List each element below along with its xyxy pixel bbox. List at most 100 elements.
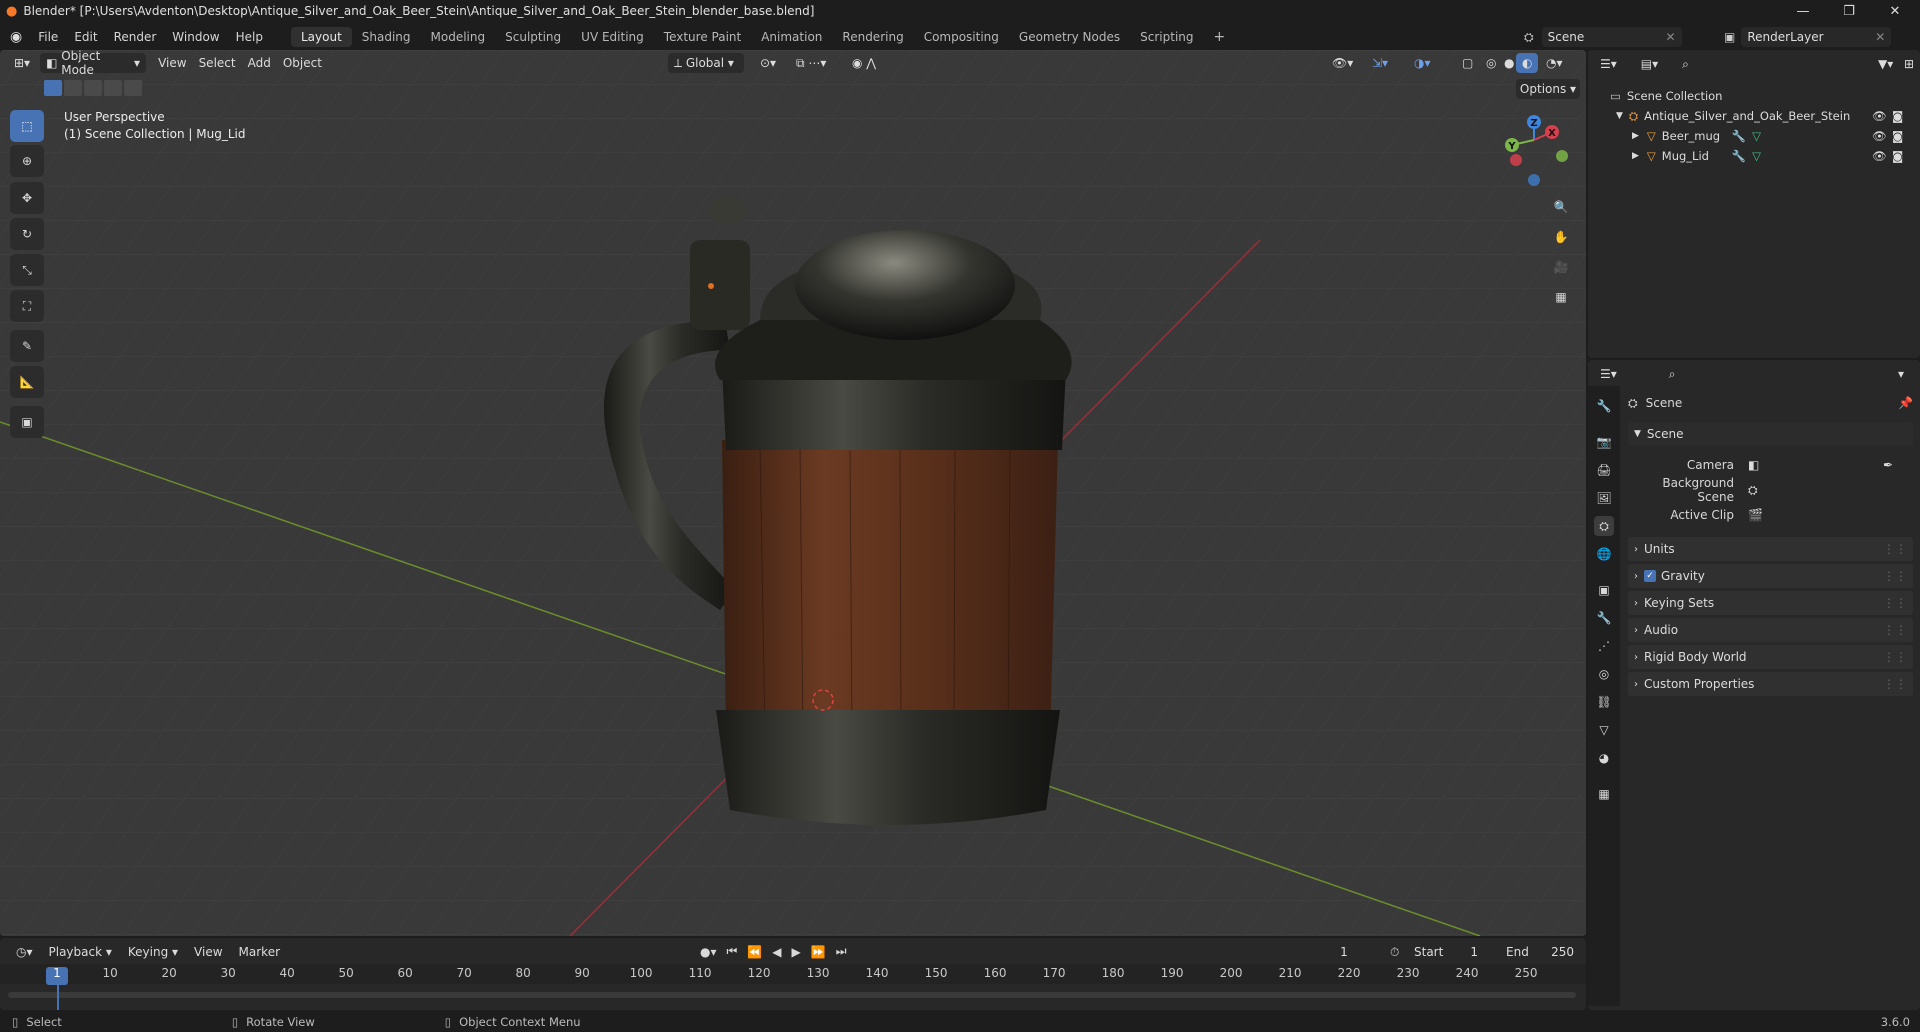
rigid-body-world-panel-header[interactable]: › Rigid Body World ⋮⋮ bbox=[1628, 645, 1913, 669]
pan-hand-icon[interactable]: ✋ bbox=[1548, 224, 1574, 250]
maximize-button[interactable]: ❐ bbox=[1826, 0, 1872, 22]
measure-tool[interactable]: 📐 bbox=[10, 366, 44, 398]
menu-select[interactable]: Select bbox=[193, 53, 242, 73]
jump-end-icon[interactable]: ⏭ bbox=[836, 944, 847, 959]
select-box-tool[interactable]: ⬚ bbox=[10, 110, 44, 142]
menu-keying[interactable]: Keying ▾ bbox=[122, 942, 184, 962]
filter-icon[interactable]: ▼▾ bbox=[1872, 54, 1899, 74]
start-frame-field[interactable]: Start 1 bbox=[1408, 942, 1484, 962]
menu-file[interactable]: File bbox=[30, 30, 66, 44]
units-panel-header[interactable]: › Units ⋮⋮ bbox=[1628, 537, 1913, 561]
active-clip-field[interactable]: 🎬 bbox=[1742, 505, 1899, 525]
timeline-editor-type-icon[interactable]: ◷▾ bbox=[10, 942, 39, 962]
shading-material-icon[interactable]: ◐ bbox=[1516, 53, 1539, 73]
data-tab-icon[interactable]: ▽ bbox=[1594, 720, 1614, 740]
camera-toggle-icon[interactable]: ◙ bbox=[1892, 129, 1903, 143]
menu-marker[interactable]: Marker bbox=[233, 942, 286, 962]
annotate-tool[interactable]: ✎ bbox=[10, 330, 44, 362]
outliner-display-mode-icon[interactable]: ▤▾ bbox=[1635, 54, 1664, 74]
drag-handle-icon[interactable]: ⋮⋮ bbox=[1883, 677, 1907, 691]
menu-edit[interactable]: Edit bbox=[66, 30, 105, 44]
physics-tab-icon[interactable]: ◎ bbox=[1594, 664, 1614, 684]
tab-animation[interactable]: Animation bbox=[751, 27, 832, 47]
menu-playback[interactable]: Playback ▾ bbox=[43, 942, 118, 962]
eyedropper-icon[interactable]: ✒ bbox=[1883, 458, 1893, 472]
modifier-tab-icon[interactable]: 🔧 bbox=[1594, 608, 1614, 628]
camera-view-icon[interactable]: 🎥 bbox=[1548, 254, 1574, 280]
tab-compositing[interactable]: Compositing bbox=[914, 27, 1009, 47]
eye-icon[interactable]: 👁 bbox=[1872, 109, 1887, 123]
jump-start-icon[interactable]: ⏮ bbox=[727, 944, 738, 959]
scene-selector[interactable]: ⛭ Scene ✕ bbox=[1524, 27, 1682, 47]
play-icon[interactable]: ▶ bbox=[792, 945, 801, 959]
tab-geometry-nodes[interactable]: Geometry Nodes bbox=[1009, 27, 1130, 47]
visibility-icon[interactable]: 👁▾ bbox=[1326, 53, 1359, 73]
texture-tab-icon[interactable]: ▦ bbox=[1594, 784, 1614, 804]
outliner-row-scene-collection[interactable]: ▭ Scene Collection bbox=[1588, 86, 1920, 106]
eye-icon[interactable]: 👁 bbox=[1872, 149, 1887, 163]
background-scene-field[interactable]: ⛭ bbox=[1742, 480, 1899, 500]
record-icon[interactable]: ●▾ bbox=[700, 945, 717, 959]
camera-field[interactable]: ◧ ✒ bbox=[1742, 455, 1899, 475]
tab-layout[interactable]: Layout bbox=[290, 27, 352, 47]
menu-view[interactable]: View bbox=[152, 53, 192, 73]
outliner-row-beer-mug[interactable]: ▶ ▽ Beer_mug 🔧 ▽ 👁 ◙ bbox=[1588, 126, 1920, 146]
zoom-icon[interactable]: 🔍 bbox=[1548, 194, 1574, 220]
current-frame-field[interactable]: 1 bbox=[1308, 942, 1380, 962]
stopwatch-icon[interactable]: ⏱ bbox=[1390, 945, 1399, 960]
drag-handle-icon[interactable]: ⋮⋮ bbox=[1883, 650, 1907, 664]
pin-icon[interactable]: 📌 bbox=[1898, 396, 1913, 410]
camera-toggle-icon[interactable]: ◙ bbox=[1892, 109, 1903, 123]
select-invert-icon[interactable] bbox=[104, 80, 122, 96]
select-new-icon[interactable] bbox=[44, 80, 62, 96]
cursor-tool[interactable]: ⊕ bbox=[10, 145, 44, 177]
drag-handle-icon[interactable]: ⋮⋮ bbox=[1883, 623, 1907, 637]
xray-icon[interactable]: ▢ bbox=[1456, 53, 1479, 73]
tab-modeling[interactable]: Modeling bbox=[421, 27, 496, 47]
menu-render[interactable]: Render bbox=[106, 30, 165, 44]
tab-shading[interactable]: Shading bbox=[352, 27, 421, 47]
mode-dropdown[interactable]: ◧ Object Mode ▾ bbox=[40, 49, 147, 77]
snap-icon[interactable]: ⧉ ⋯▾ bbox=[790, 53, 832, 73]
editor-type-button[interactable]: ⊞▾ bbox=[8, 53, 36, 73]
add-cube-tool[interactable]: ▣ bbox=[10, 406, 44, 438]
tab-texture-paint[interactable]: Texture Paint bbox=[654, 27, 751, 47]
expand-arrow-icon[interactable]: ▼ bbox=[1616, 111, 1623, 121]
drag-handle-icon[interactable]: ⋮⋮ bbox=[1883, 569, 1907, 583]
menu-help[interactable]: Help bbox=[228, 30, 271, 44]
constraints-tab-icon[interactable]: ⛓ bbox=[1594, 692, 1614, 712]
timeline-scrollbar[interactable] bbox=[8, 992, 1576, 998]
audio-panel-header[interactable]: › Audio ⋮⋮ bbox=[1628, 618, 1913, 642]
3d-viewport[interactable] bbox=[0, 50, 1586, 936]
gizmo-toggle-icon[interactable]: ⇲▾ bbox=[1366, 53, 1394, 73]
menu-add[interactable]: Add bbox=[242, 53, 277, 73]
drag-handle-icon[interactable]: ⋮⋮ bbox=[1883, 542, 1907, 556]
world-tab-icon[interactable]: 🌐 bbox=[1594, 544, 1614, 564]
overlay-toggle-icon[interactable]: ◑▾ bbox=[1408, 53, 1437, 73]
gravity-checkbox[interactable]: ✓ bbox=[1644, 570, 1656, 582]
transform-orientation-dropdown[interactable]: ⟂ Global ▾ bbox=[668, 53, 744, 73]
tab-rendering[interactable]: Rendering bbox=[832, 27, 913, 47]
menu-window[interactable]: Window bbox=[164, 30, 227, 44]
material-tab-icon[interactable]: ◕ bbox=[1594, 748, 1614, 768]
rotate-tool[interactable]: ↻ bbox=[10, 218, 44, 250]
camera-toggle-icon[interactable]: ◙ bbox=[1892, 149, 1903, 163]
custom-properties-panel-header[interactable]: › Custom Properties ⋮⋮ bbox=[1628, 672, 1913, 696]
outliner-row-collection[interactable]: ▼ ⛭ Antique_Silver_and_Oak_Beer_Stein 👁 … bbox=[1588, 106, 1920, 126]
end-frame-field[interactable]: End 250 bbox=[1500, 942, 1580, 962]
menu-object[interactable]: Object bbox=[277, 53, 328, 73]
minimize-button[interactable]: — bbox=[1780, 0, 1826, 22]
tool-tab-icon[interactable]: 🔧 bbox=[1594, 396, 1614, 416]
options-dropdown[interactable]: Options ▾ bbox=[1516, 79, 1580, 99]
navigation-gizmo[interactable]: Z X Y bbox=[1494, 110, 1574, 190]
tab-sculpting[interactable]: Sculpting bbox=[495, 27, 571, 47]
new-collection-icon[interactable]: ⊞ bbox=[1898, 54, 1920, 74]
prev-keyframe-icon[interactable]: ⏪ bbox=[747, 945, 762, 959]
renderlayer-selector[interactable]: ▣ RenderLayer ✕ bbox=[1724, 27, 1892, 47]
properties-options-icon[interactable]: ▾ bbox=[1892, 364, 1910, 384]
render-tab-icon[interactable]: 📷 bbox=[1594, 432, 1614, 452]
move-tool[interactable]: ✥ bbox=[10, 182, 44, 214]
output-tab-icon[interactable]: 🖨 bbox=[1594, 460, 1614, 480]
view-layer-tab-icon[interactable]: 🖼 bbox=[1594, 488, 1614, 508]
proportional-edit-icon[interactable]: ◉ ⋀ bbox=[846, 53, 882, 73]
